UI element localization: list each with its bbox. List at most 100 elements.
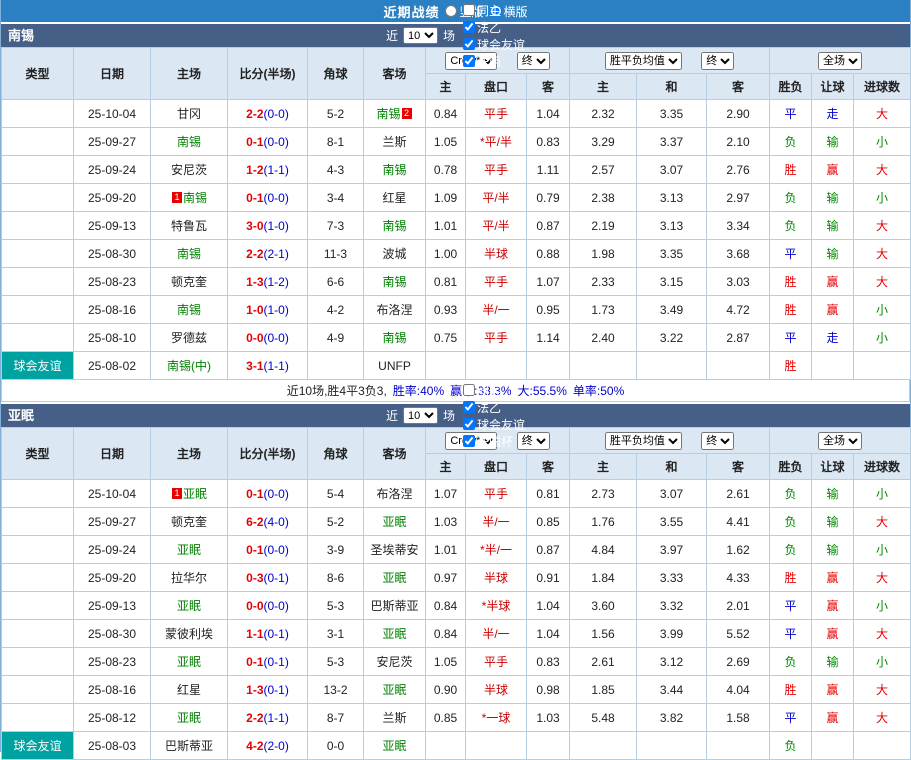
home-team-name[interactable]: 南锡	[183, 191, 207, 205]
league-cell: 法乙	[1, 155, 74, 184]
away-team-name[interactable]: 波城	[382, 247, 406, 261]
handicap-result-cell: 赢	[811, 619, 855, 648]
home-team-name[interactable]: 南锡	[177, 247, 201, 261]
corners-cell: 11-3	[307, 239, 364, 268]
league-cell: 法乙	[1, 295, 74, 324]
goals-cell: 小	[853, 647, 911, 676]
europe-avg-select[interactable]: 胜平负均值	[604, 51, 682, 70]
scope-select[interactable]: 全场	[818, 431, 863, 450]
checkbox-icon[interactable]	[463, 21, 475, 33]
home-team-name[interactable]: 南锡(中)	[167, 359, 211, 373]
league-cell: 法乙	[1, 239, 74, 268]
checkbox-icon[interactable]	[463, 384, 475, 396]
europe-stage-select[interactable]: 终	[701, 51, 735, 70]
result-cell: 平	[769, 99, 813, 128]
handicap-result-cell: 走	[811, 99, 855, 128]
score-cell: 1-0(1-0)	[227, 295, 308, 324]
goals-cell: 小	[853, 323, 911, 352]
away-team-name[interactable]: 红星	[382, 191, 406, 205]
asian-away-odds-cell: 0.81	[525, 479, 571, 508]
home-team-cell: 红星	[150, 675, 228, 704]
home-team-name[interactable]: 顿克奎	[171, 515, 207, 529]
home-team-name[interactable]: 亚眠	[183, 487, 207, 501]
team-header-bar: 亚眠 近 10 场 同客 法乙 球会友谊 法国杯	[1, 384, 910, 449]
away-team-name[interactable]: 兰斯	[382, 711, 406, 725]
home-team-name[interactable]: 南锡	[177, 135, 201, 149]
asian-home-odds-cell: 1.03	[425, 507, 466, 536]
asian-home-odds-cell: 0.84	[425, 619, 466, 648]
away-team-name[interactable]: 南锡	[376, 107, 400, 121]
checkbox-icon[interactable]	[463, 4, 475, 16]
europe-avg-select[interactable]: 胜平负均值	[604, 431, 682, 450]
home-team-cell: 亚眠	[150, 703, 228, 732]
score-cell: 1-3(0-1)	[227, 675, 308, 704]
europe-stage-select[interactable]: 终	[701, 431, 735, 450]
home-team-name[interactable]: 巴斯蒂亚	[165, 739, 213, 753]
filter-checkbox-option[interactable]: 法乙	[458, 19, 525, 36]
score-cell: 2-2(0-0)	[227, 99, 308, 128]
away-team-name[interactable]: 亚眠	[382, 515, 406, 529]
column-header-handicap-result: 让球	[811, 453, 855, 480]
euro-draw-odds-cell: 3.55	[636, 507, 708, 536]
away-team-name[interactable]: 南锡	[382, 275, 406, 289]
euro-draw-odds-cell: 3.07	[636, 479, 708, 508]
recent-count-select[interactable]: 10	[402, 407, 438, 424]
filter-checkbox-option[interactable]: 法国杯	[458, 433, 525, 450]
home-team-name[interactable]: 安尼茨	[171, 163, 207, 177]
away-team-name[interactable]: 圣埃蒂安	[370, 543, 418, 557]
filter-checkbox-option[interactable]: 法乙	[458, 399, 525, 416]
home-team-name[interactable]: 南锡	[177, 303, 201, 317]
home-team-name[interactable]: 特鲁瓦	[171, 219, 207, 233]
checkbox-icon[interactable]	[463, 401, 475, 413]
goals-cell: 大	[853, 703, 911, 732]
away-team-name[interactable]: 安尼茨	[376, 655, 412, 669]
handicap-result-cell: 输	[811, 211, 855, 240]
away-team-name[interactable]: 亚眠	[382, 683, 406, 697]
away-team-name[interactable]: 亚眠	[382, 739, 406, 753]
home-team-name[interactable]: 红星	[177, 683, 201, 697]
fulltime-score: 0-1	[246, 190, 264, 205]
home-team-name[interactable]: 甘冈	[177, 107, 201, 121]
league-cell: 球会友谊	[1, 731, 74, 760]
filter-checkbox-option[interactable]: 同客	[458, 382, 525, 399]
away-team-name[interactable]: 亚眠	[382, 571, 406, 585]
home-team-name[interactable]: 亚眠	[177, 655, 201, 669]
away-team-name[interactable]: 南锡	[382, 219, 406, 233]
asian-home-odds-cell: 0.90	[425, 675, 466, 704]
asian-away-odds-cell: 0.91	[525, 563, 571, 592]
away-team-cell: UNFP	[363, 351, 426, 380]
away-team-name[interactable]: 兰斯	[382, 135, 406, 149]
home-team-name[interactable]: 亚眠	[177, 543, 201, 557]
home-team-name[interactable]: 拉华尔	[171, 571, 207, 585]
league-cell: 法乙	[1, 267, 74, 296]
filter-checkbox-option[interactable]: 球会友谊	[458, 36, 525, 53]
team-name: 南锡	[8, 28, 35, 43]
away-team-name[interactable]: 南锡	[382, 163, 406, 177]
away-team-name[interactable]: 布洛涅	[376, 303, 412, 317]
away-team-name[interactable]: UNFP	[378, 359, 411, 373]
away-team-cell: 南锡	[363, 211, 426, 240]
checkbox-icon[interactable]	[463, 435, 475, 447]
checkbox-icon[interactable]	[463, 55, 475, 67]
away-team-name[interactable]: 亚眠	[382, 627, 406, 641]
match-row: 法乙 25-10-04 1 亚眠 0-1(0-0) 5-4 布洛涅 1.07 平手 0.81 2.7…	[1, 479, 911, 508]
home-team-name[interactable]: 罗德兹	[171, 331, 207, 345]
scope-select[interactable]: 全场	[818, 51, 863, 70]
home-team-name[interactable]: 亚眠	[177, 599, 201, 613]
recent-count-select[interactable]: 10	[402, 27, 438, 44]
home-team-cell: 巴斯蒂亚	[150, 731, 228, 760]
away-team-name[interactable]: 南锡	[382, 331, 406, 345]
away-team-name[interactable]: 巴斯蒂亚	[370, 599, 418, 613]
home-team-name[interactable]: 蒙彼利埃	[165, 627, 213, 641]
home-team-name[interactable]: 亚眠	[177, 711, 201, 725]
away-team-name[interactable]: 布洛涅	[376, 487, 412, 501]
checkbox-icon[interactable]	[463, 418, 475, 430]
league-filter-checkboxes: 同客 法乙 球会友谊 法国杯	[458, 382, 525, 450]
euro-home-odds-cell: 3.60	[569, 591, 638, 620]
filter-checkbox-option[interactable]: 法丙	[458, 53, 525, 70]
home-team-cell: 蒙彼利埃	[150, 619, 228, 648]
home-team-name[interactable]: 顿克奎	[171, 275, 207, 289]
filter-checkbox-option[interactable]: 球会友谊	[458, 416, 525, 433]
checkbox-icon[interactable]	[463, 38, 475, 50]
filter-checkbox-option[interactable]: 同主	[458, 2, 525, 19]
